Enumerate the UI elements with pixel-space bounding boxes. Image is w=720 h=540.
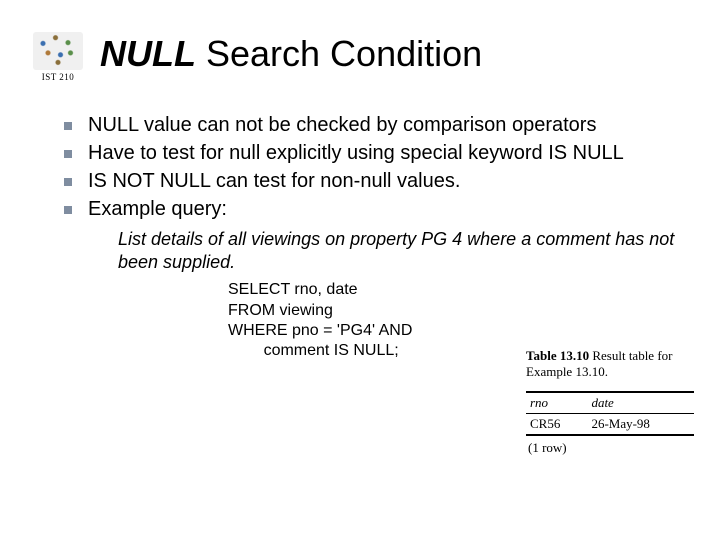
result-rowcount: (1 row) <box>526 440 694 456</box>
table-header-cell: rno <box>526 392 587 414</box>
bullet-item: IS NOT NULL can test for non-null values… <box>60 168 690 194</box>
table-header-cell: date <box>587 392 694 414</box>
result-table: rno date CR56 26-May-98 <box>526 391 694 436</box>
example-description: List details of all viewings on property… <box>118 228 690 274</box>
bullet-item: NULL value can not be checked by compari… <box>60 112 690 138</box>
result-caption-label: Table 13.10 <box>526 348 589 363</box>
title-rest: Search Condition <box>196 33 482 74</box>
table-cell: 26-May-98 <box>587 413 694 435</box>
title-keyword: NULL <box>100 33 196 74</box>
bullet-list: NULL value can not be checked by compari… <box>60 112 690 222</box>
slide: IST 210 NULL Search Condition NULL value… <box>0 0 720 540</box>
result-table-figure: Table 13.10 Result table for Example 13.… <box>526 348 694 456</box>
bullet-item: Have to test for null explicitly using s… <box>60 140 690 166</box>
logo: IST 210 <box>30 26 86 82</box>
table-header-row: rno date <box>526 392 694 414</box>
slide-title: NULL Search Condition <box>100 36 482 72</box>
logo-label: IST 210 <box>42 72 75 82</box>
table-cell: CR56 <box>526 413 587 435</box>
slide-header: IST 210 NULL Search Condition <box>30 26 690 82</box>
bullet-item: Example query: <box>60 196 690 222</box>
result-caption: Table 13.10 Result table for Example 13.… <box>526 348 694 381</box>
logo-icon <box>33 32 83 70</box>
table-row: CR56 26-May-98 <box>526 413 694 435</box>
